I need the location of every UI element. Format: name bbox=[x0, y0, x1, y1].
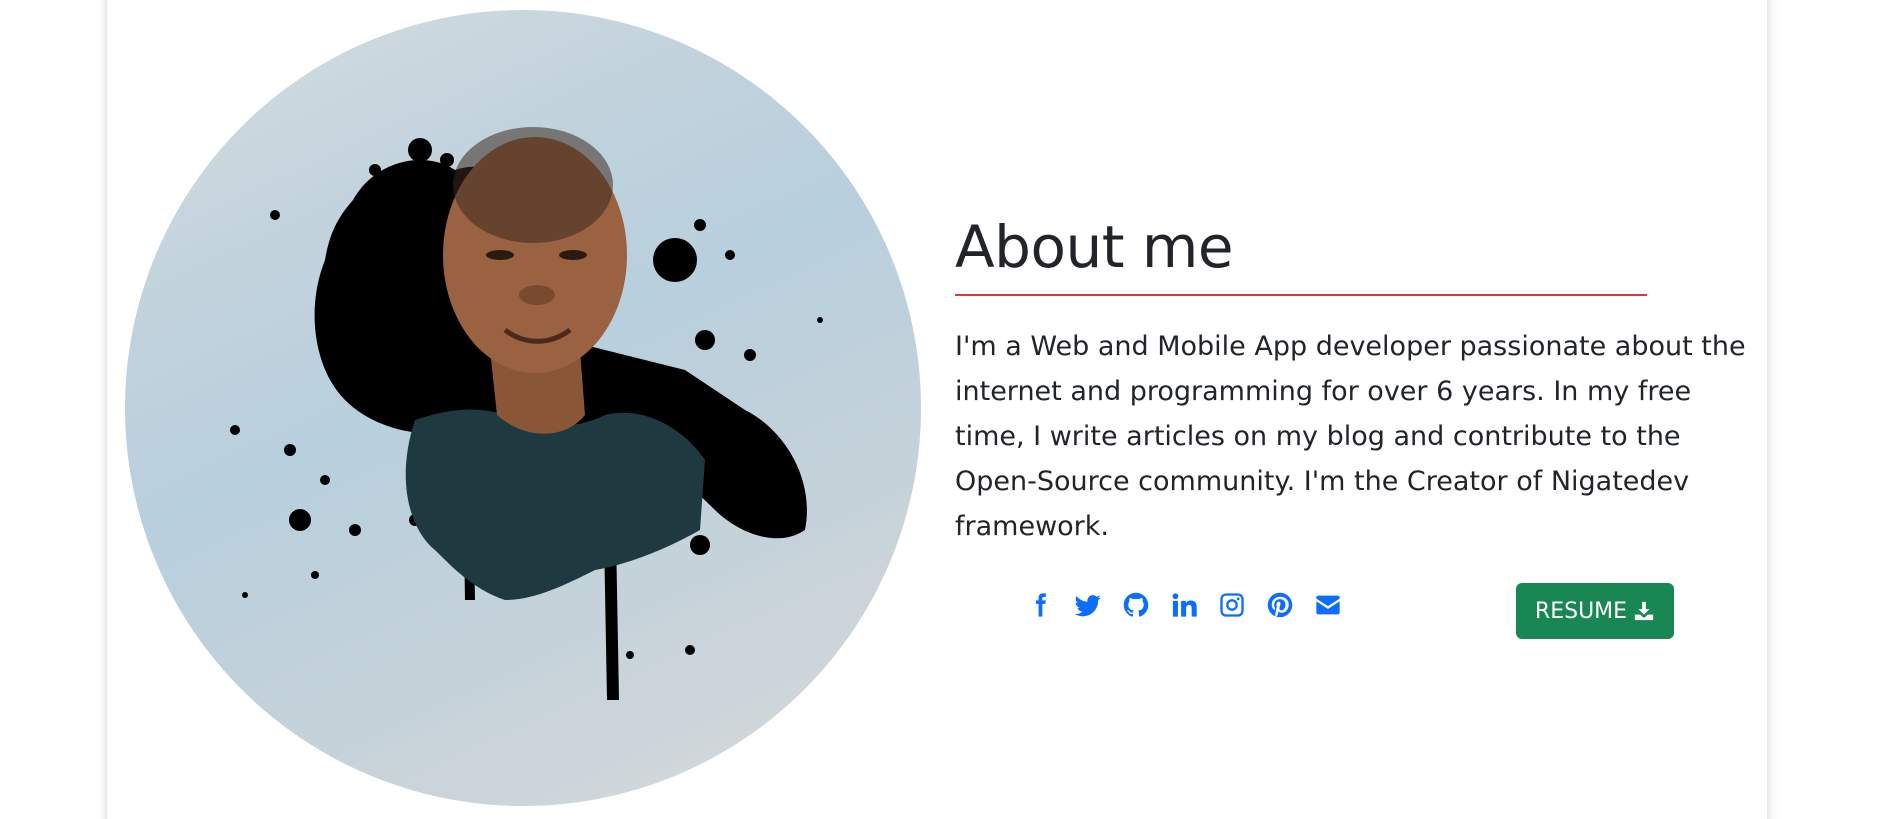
title-underline bbox=[955, 294, 1647, 296]
page: About me I'm a Web and Mobile App develo… bbox=[0, 0, 1884, 819]
social-links bbox=[1025, 585, 1343, 625]
download-icon bbox=[1633, 600, 1655, 622]
pinterest-icon[interactable] bbox=[1265, 590, 1295, 620]
resume-button[interactable]: RESUME bbox=[1516, 583, 1674, 639]
about-paragraph: I'm a Web and Mobile App developer passi… bbox=[955, 331, 1746, 542]
facebook-icon[interactable] bbox=[1025, 590, 1055, 620]
linkedin-icon[interactable] bbox=[1169, 590, 1199, 620]
twitter-icon[interactable] bbox=[1073, 590, 1103, 620]
about-title: About me bbox=[955, 213, 1234, 281]
about-section: About me I'm a Web and Mobile App develo… bbox=[955, 212, 1755, 549]
profile-photo bbox=[125, 10, 921, 806]
envelope-icon[interactable] bbox=[1313, 590, 1343, 620]
resume-button-label: RESUME bbox=[1534, 598, 1628, 624]
github-icon[interactable] bbox=[1121, 590, 1151, 620]
instagram-icon[interactable] bbox=[1217, 590, 1247, 620]
